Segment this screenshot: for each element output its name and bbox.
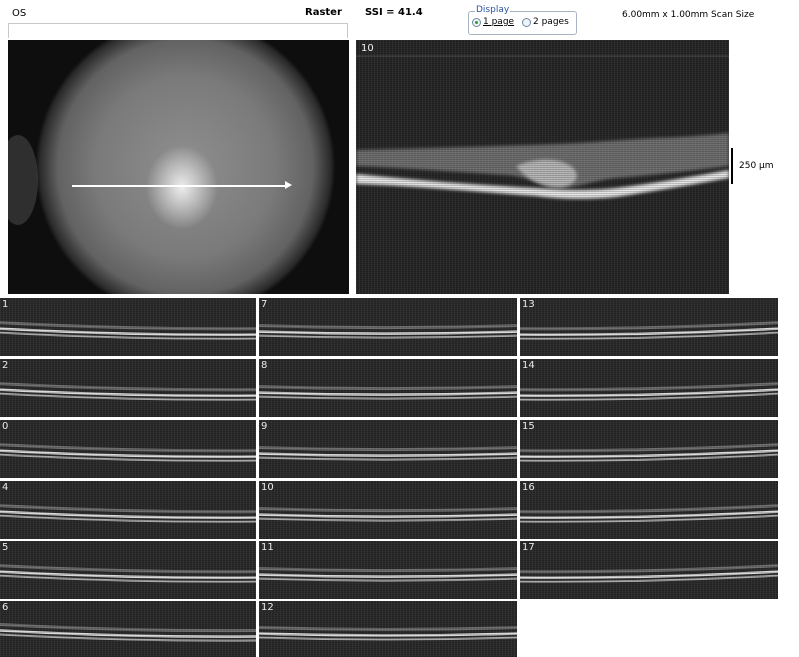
bscan-thumbnail[interactable]: 6 (0, 601, 256, 657)
bscan-thumbnail[interactable]: 7 (259, 298, 517, 356)
thumbnail-number: 15 (522, 421, 535, 432)
speckle-texture (0, 420, 256, 478)
bscan-thumbnail[interactable]: 11 (259, 541, 517, 599)
thumbnail-number: 17 (522, 542, 535, 553)
thumbnail-number: 11 (261, 542, 274, 553)
bscan-thumbnail[interactable]: 2 (0, 359, 256, 417)
thumbnail-number: 14 (522, 360, 535, 371)
speckle-texture (520, 541, 778, 599)
speckle-texture (520, 298, 778, 356)
bscan-thumbnail[interactable]: 0 (0, 420, 256, 478)
eye-label: OS (12, 8, 27, 19)
speckle-texture (259, 298, 517, 356)
main-bscan-image[interactable]: 10 (356, 40, 729, 294)
bscan-thumbnail[interactable]: 5 (0, 541, 256, 599)
speckle-texture (356, 40, 729, 294)
scan-direction-arrow-icon (285, 181, 292, 189)
scale-bar (731, 148, 733, 184)
speckle-texture (0, 601, 256, 657)
bscan-thumbnail[interactable]: 15 (520, 420, 778, 478)
speckle-texture (259, 601, 517, 657)
bscan-thumbnail[interactable]: 9 (259, 420, 517, 478)
scale-bar-label: 250 µm (739, 161, 774, 171)
one-page-label: 1 page (483, 17, 515, 27)
thumbnail-number: 2 (2, 360, 9, 371)
two-pages-label: 2 pages (533, 17, 569, 27)
bscan-thumbnail[interactable]: 17 (520, 541, 778, 599)
thumbnail-number: 8 (261, 360, 268, 371)
bscan-thumbnail[interactable]: 14 (520, 359, 778, 417)
thumbnail-number: 10 (261, 482, 274, 493)
bscan-thumbnail[interactable]: 12 (259, 601, 517, 657)
scan-size-label: 6.00mm x 1.00mm Scan Size (622, 10, 755, 20)
radio-checked-icon (472, 17, 481, 27)
speckle-texture (520, 359, 778, 417)
thumbnail-number: 1 (2, 299, 9, 310)
two-pages-radio[interactable]: 2 pages (522, 17, 569, 27)
speckle-texture (520, 481, 778, 539)
thumbnail-number: 0 (2, 421, 9, 432)
display-legend: Display (475, 5, 511, 15)
main-bscan-number: 10 (361, 43, 374, 54)
scan-position-line[interactable] (72, 185, 288, 187)
bscan-thumbnail[interactable]: 4 (0, 481, 256, 539)
scan-type-label: Raster (305, 7, 342, 18)
speckle-texture (259, 420, 517, 478)
speckle-texture (259, 359, 517, 417)
display-option-group: Display 1 page 2 pages (468, 5, 577, 35)
bscan-thumbnail[interactable]: 8 (259, 359, 517, 417)
bscan-thumbnail[interactable]: 10 (259, 481, 517, 539)
bscan-thumbnail[interactable]: 1 (0, 298, 256, 356)
fundus-illumination (8, 40, 349, 294)
thumbnail-number: 4 (2, 482, 9, 493)
speckle-texture (0, 359, 256, 417)
speckle-texture (520, 420, 778, 478)
thumbnail-number: 16 (522, 482, 535, 493)
thumbnail-number: 7 (261, 299, 268, 310)
speckle-texture (259, 541, 517, 599)
thumbnail-number: 6 (2, 602, 9, 613)
thumbnail-number: 13 (522, 299, 535, 310)
bscan-thumbnail[interactable]: 13 (520, 298, 778, 356)
thumbnail-number: 9 (261, 421, 268, 432)
speckle-texture (0, 541, 256, 599)
speckle-texture (259, 481, 517, 539)
fundus-image[interactable] (8, 40, 349, 294)
patient-name-box (8, 23, 348, 38)
speckle-texture (0, 298, 256, 356)
bscan-thumbnail[interactable]: 16 (520, 481, 778, 539)
speckle-texture (0, 481, 256, 539)
radio-unchecked-icon (522, 17, 531, 27)
thumbnail-number: 5 (2, 542, 9, 553)
thumbnail-number: 12 (261, 602, 274, 613)
one-page-radio[interactable]: 1 page (472, 17, 514, 27)
ssi-label: SSI = 41.4 (365, 7, 423, 18)
